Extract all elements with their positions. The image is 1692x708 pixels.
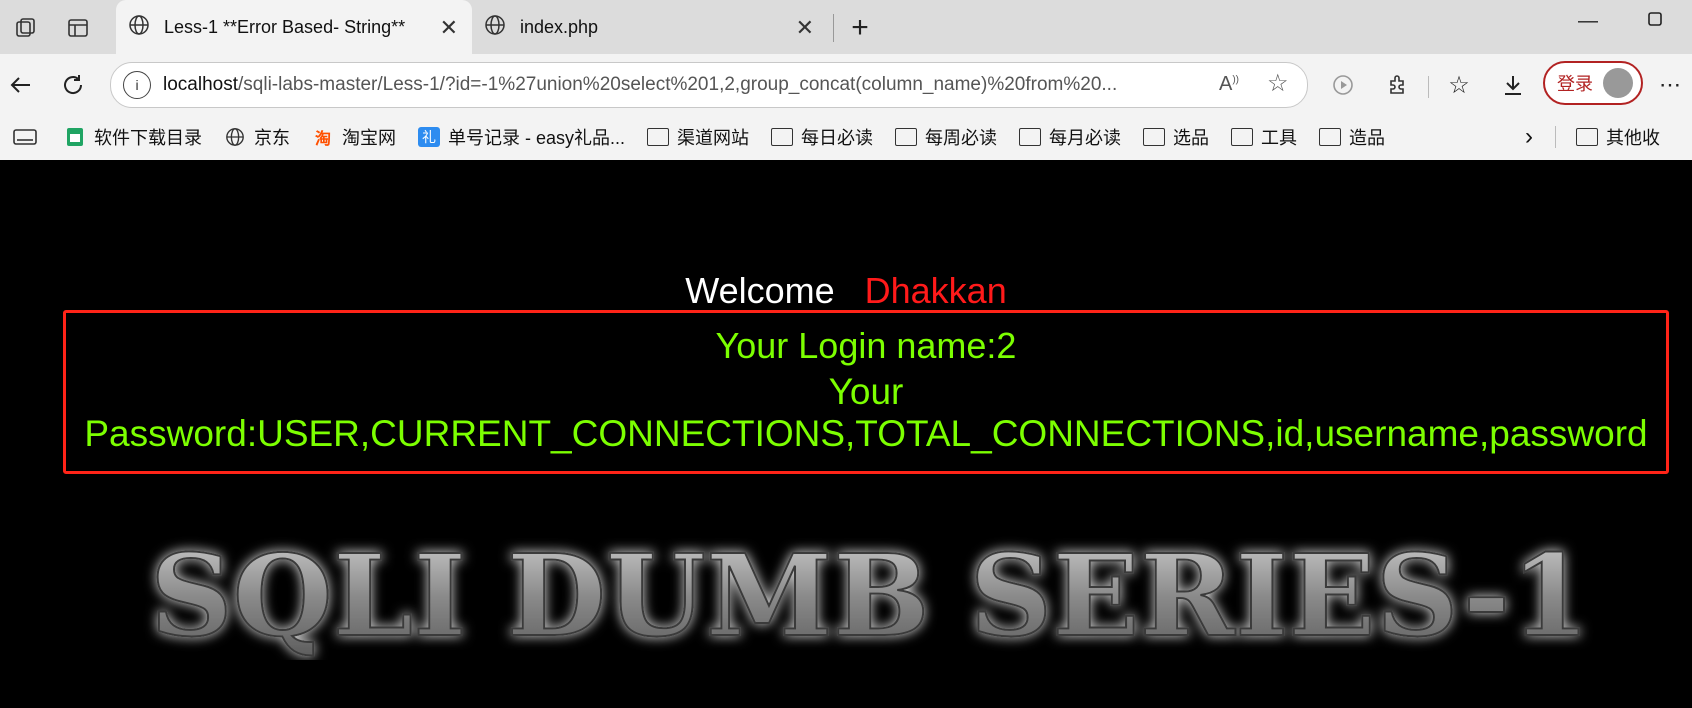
site-info-icon[interactable]: i: [123, 71, 151, 99]
result-box: Your Login name:2 Your Password:USER,CUR…: [63, 310, 1669, 474]
split-screen-icon[interactable]: [12, 127, 38, 147]
tab-title: index.php: [520, 16, 599, 37]
sqli-dumb-series-banner: SQLI DUMB SERIES-1: [149, 530, 1591, 660]
password-text: Your Password:USER,CURRENT_CONNECTIONS,T…: [84, 371, 1648, 454]
folder-icon: [1576, 127, 1599, 147]
fav-folder-monthly[interactable]: 每月必读: [1019, 124, 1121, 150]
fav-label: 淘宝网: [342, 128, 396, 148]
address-bar[interactable]: i localhost/sqli-labs-master/Less-1/?id=…: [110, 62, 1308, 108]
folder-icon: [647, 127, 670, 147]
fav-label: 工具: [1261, 128, 1298, 148]
folder-icon: [1019, 127, 1042, 147]
welcome-text: Welcome: [685, 270, 835, 311]
login-label: 登录: [1557, 74, 1593, 94]
fav-folder-selection[interactable]: 选品: [1143, 124, 1209, 150]
fav-label: 渠道网站: [677, 128, 750, 148]
tab-bar: Less-1 **Error Based- String** ✕ index.p…: [0, 0, 1692, 54]
avatar: [1603, 68, 1633, 98]
favorites-bar: 软件下载目录 京东 淘 淘宝网 礼 单号记录 - easy礼品... 渠道网站 …: [0, 116, 1692, 158]
favorites-icon[interactable]: ☆: [1442, 68, 1476, 102]
url-text[interactable]: localhost/sqli-labs-master/Less-1/?id=-1…: [163, 74, 1213, 96]
gift-icon: 礼: [418, 127, 440, 147]
fav-folder-weekly[interactable]: 每周必读: [895, 124, 997, 150]
fav-label: 每月必读: [1049, 128, 1122, 148]
close-tab-icon[interactable]: ✕: [440, 15, 458, 41]
fav-software-download[interactable]: 软件下载目录: [64, 124, 202, 150]
fav-folder-daily[interactable]: 每日必读: [771, 124, 873, 150]
url-path: /sqli-labs-master/Less-1/?id=-1%27union%…: [238, 74, 1118, 95]
folder-icon: [1231, 127, 1254, 147]
fav-label: 选品: [1173, 128, 1210, 148]
fav-label: 造品: [1349, 128, 1386, 148]
taobao-icon: 淘: [314, 131, 331, 148]
media-icon[interactable]: [1326, 68, 1360, 102]
more-menu-icon[interactable]: ⋯: [1653, 68, 1687, 102]
chevron-right-icon[interactable]: ›: [1525, 123, 1533, 151]
url-host: localhost: [163, 74, 238, 95]
refresh-icon[interactable]: [56, 68, 90, 102]
workspaces-icon[interactable]: [12, 14, 40, 42]
read-aloud-icon[interactable]: A)): [1219, 73, 1239, 96]
fav-taobao[interactable]: 淘 淘宝网: [312, 124, 396, 150]
fav-other-favorites[interactable]: 其他收: [1576, 124, 1660, 150]
fav-jd[interactable]: 京东: [224, 124, 290, 150]
vertical-tabs-icon[interactable]: [64, 14, 92, 42]
folder-icon: [1319, 127, 1342, 147]
profile-login-button[interactable]: 登录: [1543, 61, 1643, 105]
tab-divider: [833, 14, 834, 42]
downloads-icon[interactable]: [1496, 68, 1530, 102]
sheets-icon: [64, 127, 86, 147]
fav-label: 软件下载目录: [94, 128, 202, 148]
fav-label: 京东: [254, 128, 290, 148]
globe-icon: [128, 14, 150, 41]
fav-label: 单号记录 - easy礼品...: [448, 128, 626, 148]
fav-label: 每周必读: [925, 128, 998, 148]
tab-title: Less-1 **Error Based- String**: [164, 16, 406, 37]
welcome-user: Dhakkan: [864, 270, 1007, 311]
globe-icon: [484, 14, 506, 41]
back-icon[interactable]: [4, 68, 38, 102]
fav-label: 每日必读: [801, 128, 874, 148]
toolbar-divider: [1428, 76, 1429, 98]
globe-icon: [224, 127, 246, 147]
page-content: Welcome Dhakkan Your Login name:2 Your Pa…: [0, 160, 1692, 708]
fav-folder-channels[interactable]: 渠道网站: [647, 124, 749, 150]
favbar-divider: [1555, 126, 1557, 148]
close-tab-icon[interactable]: ✕: [796, 15, 814, 41]
browser-chrome: Less-1 **Error Based- String** ✕ index.p…: [0, 0, 1692, 160]
fav-order-record[interactable]: 礼 单号记录 - easy礼品...: [418, 124, 625, 150]
folder-icon: [771, 127, 794, 147]
fav-label: 其他收: [1606, 128, 1661, 148]
login-name-text: Your Login name:2: [715, 325, 1017, 366]
tab-less-1[interactable]: Less-1 **Error Based- String** ✕: [116, 0, 472, 54]
folder-icon: [895, 127, 918, 147]
welcome-line: Welcome Dhakkan: [0, 270, 1692, 312]
banner-text: SQLI DUMB SERIES-1: [150, 531, 1590, 660]
fav-folder-tools[interactable]: 工具: [1231, 124, 1297, 150]
extensions-icon[interactable]: [1380, 68, 1414, 102]
navigation-bar: i localhost/sqli-labs-master/Less-1/?id=…: [0, 54, 1692, 116]
maximize-icon[interactable]: [1647, 10, 1663, 33]
new-tab-icon[interactable]: +: [846, 11, 874, 44]
favorite-star-icon[interactable]: ☆: [1267, 69, 1289, 98]
fav-folder-create[interactable]: 造品: [1319, 124, 1385, 150]
minimize-icon[interactable]: —: [1578, 10, 1598, 33]
folder-icon: [1143, 127, 1166, 147]
tab-index-php[interactable]: index.php ✕: [472, 0, 828, 54]
